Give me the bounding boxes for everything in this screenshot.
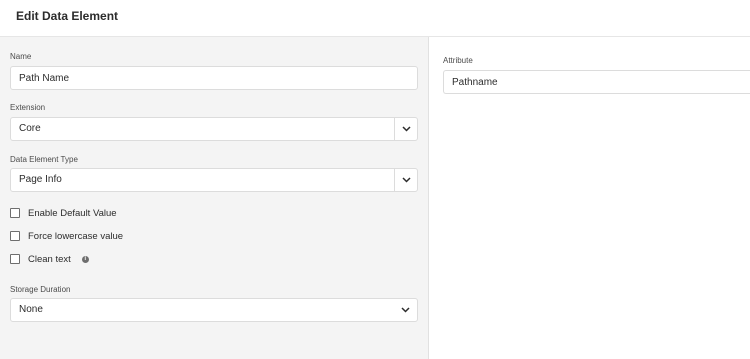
enable-default-value-option[interactable]: Enable Default Value bbox=[10, 206, 117, 220]
type-picker[interactable]: Page Info bbox=[10, 168, 418, 192]
extension-settings-panel: Attribute bbox=[429, 37, 750, 359]
extension-dropdown-button[interactable] bbox=[394, 118, 417, 140]
storage-duration-picker[interactable]: None bbox=[10, 298, 418, 322]
storage-duration-label: Storage Duration bbox=[10, 285, 71, 294]
force-lowercase-option[interactable]: Force lowercase value bbox=[10, 229, 123, 243]
force-lowercase-checkbox[interactable] bbox=[10, 231, 20, 241]
extension-label: Extension bbox=[10, 103, 46, 112]
attribute-label: Attribute bbox=[443, 56, 473, 65]
storage-duration-value: None bbox=[19, 304, 43, 315]
extension-picker[interactable]: Core bbox=[10, 117, 418, 141]
attribute-input[interactable] bbox=[443, 70, 750, 94]
clean-text-checkbox[interactable] bbox=[10, 254, 20, 264]
modal-header: Edit Data Element bbox=[0, 0, 750, 37]
storage-duration-dropdown-button[interactable] bbox=[399, 299, 411, 321]
extension-value: Core bbox=[19, 123, 41, 134]
page-title: Edit Data Element bbox=[16, 9, 119, 23]
chevron-down-icon bbox=[400, 307, 410, 313]
enable-default-value-checkbox[interactable] bbox=[10, 208, 20, 218]
checkbox-label: Enable Default Value bbox=[28, 207, 117, 219]
checkbox-label: Clean text bbox=[28, 253, 71, 265]
type-value: Page Info bbox=[19, 174, 62, 185]
clean-text-option[interactable]: Clean text i bbox=[10, 252, 89, 266]
info-icon[interactable]: i bbox=[81, 255, 89, 263]
chevron-down-icon bbox=[401, 126, 411, 132]
data-element-form: Name Extension Core Data Element Type Pa… bbox=[0, 37, 429, 359]
type-dropdown-button[interactable] bbox=[394, 169, 417, 191]
name-label: Name bbox=[10, 52, 32, 61]
name-input[interactable] bbox=[10, 66, 418, 90]
type-label: Data Element Type bbox=[10, 155, 78, 164]
checkbox-label: Force lowercase value bbox=[28, 230, 124, 242]
chevron-down-icon bbox=[401, 177, 411, 183]
